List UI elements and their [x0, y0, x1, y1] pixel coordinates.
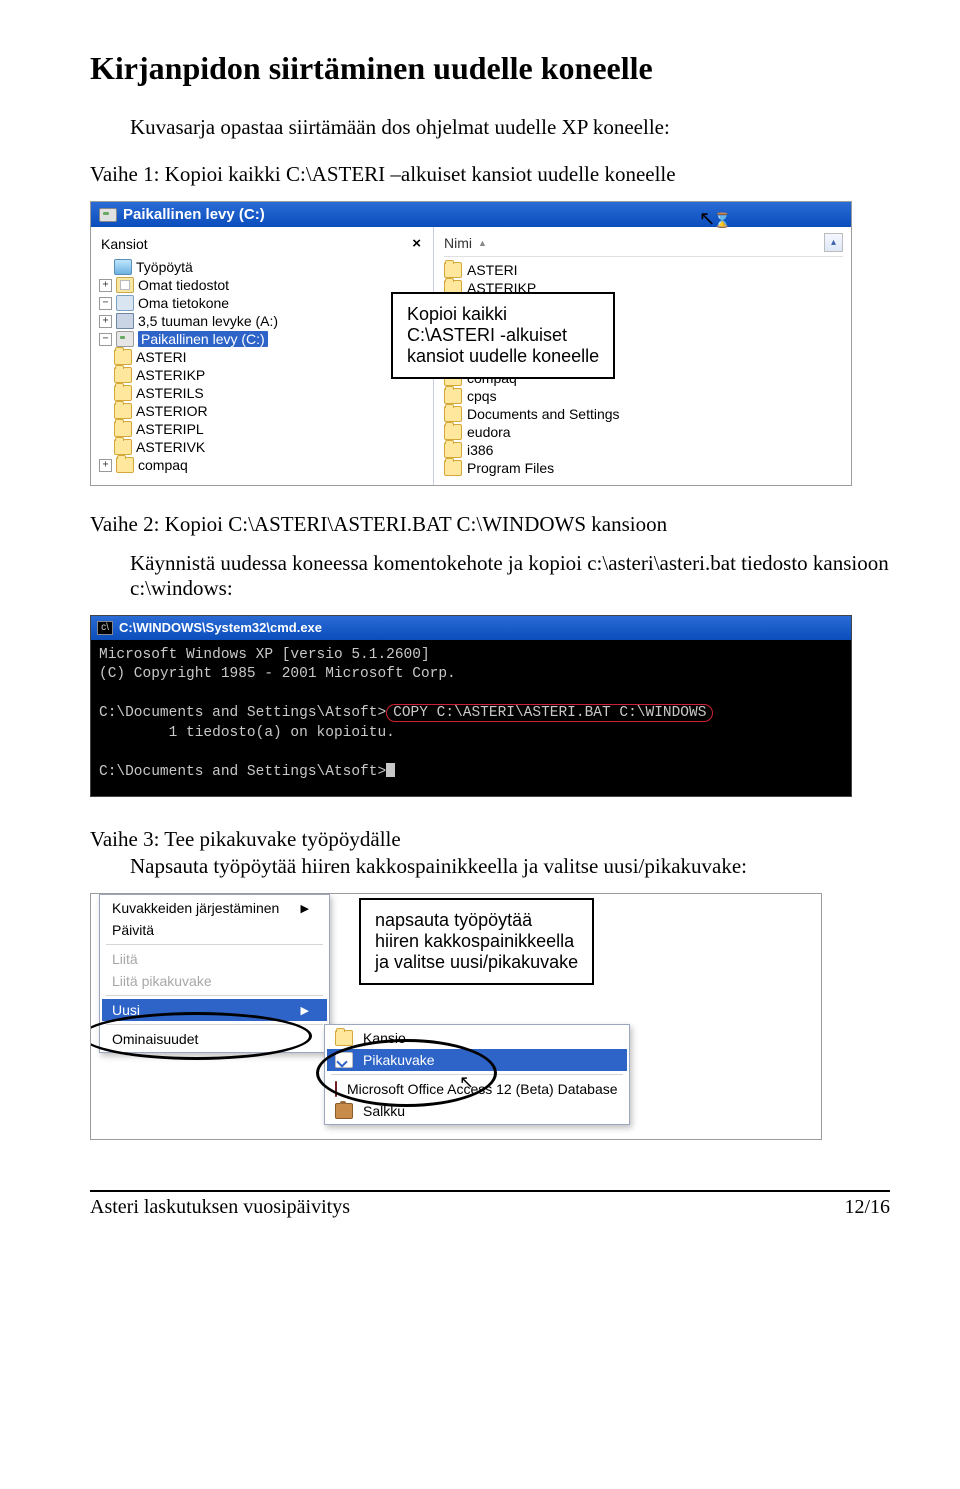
explorer-title: Paikallinen levy (C:) [123, 206, 265, 223]
annotation-callout: Kopioi kaikki C:\ASTERI -alkuiset kansio… [391, 292, 615, 379]
folder-icon [114, 439, 132, 455]
folder-icon [114, 385, 132, 401]
tree-item[interactable]: ASTERI [99, 348, 429, 366]
tree-item[interactable]: ASTERILS [99, 384, 429, 402]
tree-item[interactable]: Työpöytä [99, 258, 429, 276]
footer-page-number: 12/16 [844, 1196, 890, 1219]
folder-icon [444, 262, 462, 278]
desktop-context-menu: Kuvakkeiden järjestäminen▶ Päivitä Liitä… [99, 894, 330, 1053]
menu-item-properties[interactable]: Ominaisuudet [102, 1028, 327, 1050]
menu-item-folder[interactable]: Kansio [327, 1027, 627, 1049]
folder-icon [116, 457, 134, 473]
desktop-icon [114, 259, 132, 275]
tree-header-label: Kansiot [101, 236, 148, 252]
list-item[interactable]: i386 [444, 441, 843, 459]
cmd-window: c\ C:\WINDOWS\System32\cmd.exe Microsoft… [90, 615, 852, 797]
documents-icon [116, 277, 134, 293]
folder-icon [335, 1030, 353, 1046]
access-icon [335, 1081, 337, 1097]
tree-item[interactable]: +Omat tiedostot [99, 276, 429, 294]
explorer-window: Paikallinen levy (C:) ↖⌛ Kansiot × Työpö… [90, 201, 852, 486]
menu-item-briefcase[interactable]: Salkku [327, 1100, 627, 1122]
tree-item[interactable]: +compaq [99, 456, 429, 474]
close-icon[interactable]: × [408, 235, 425, 252]
tree-item[interactable]: ASTERIOR [99, 402, 429, 420]
list-item[interactable]: Documents and Settings [444, 405, 843, 423]
folder-icon [444, 442, 462, 458]
menu-item-shortcut[interactable]: Pikakuvake [327, 1049, 627, 1071]
folder-icon [444, 388, 462, 404]
chevron-right-icon: ▶ [301, 902, 309, 915]
menu-item-arrange[interactable]: Kuvakkeiden järjestäminen▶ [102, 897, 327, 919]
page-title: Kirjanpidon siirtäminen uudelle koneelle [90, 50, 890, 87]
step-2-body: Käynnistä uudessa koneessa komentokehote… [130, 551, 890, 601]
scroll-up-button[interactable]: ▴ [824, 233, 843, 252]
drive-icon [116, 331, 134, 347]
annotation-callout: napsauta työpöytää hiiren kakkospainikke… [359, 898, 594, 985]
list-item[interactable]: Program Files [444, 459, 843, 477]
list-item[interactable]: eudora [444, 423, 843, 441]
step-3-heading: Vaihe 3: Tee pikakuvake työpöydälle [90, 827, 890, 852]
cursor-block [386, 763, 395, 777]
chevron-right-icon: ▶ [301, 1004, 309, 1017]
tree-item[interactable]: −Paikallinen levy (C:) [99, 330, 429, 348]
folder-icon [114, 421, 132, 437]
menu-item-paste: Liitä [102, 948, 327, 970]
highlighted-command: COPY C:\ASTERI\ASTERI.BAT C:\WINDOWS [386, 704, 713, 722]
explorer-titlebar: Paikallinen levy (C:) [91, 202, 851, 227]
drive-icon [99, 208, 117, 222]
list-item[interactable]: ASTERI [444, 261, 843, 279]
tree-item[interactable]: ASTERIKP [99, 366, 429, 384]
step-1-heading: Vaihe 1: Kopioi kaikki C:\ASTERI –alkuis… [90, 162, 890, 187]
tree-item[interactable]: ASTERIPL [99, 420, 429, 438]
tree-item[interactable]: ASTERIVK [99, 438, 429, 456]
intro-text: Kuvasarja opastaa siirtämään dos ohjelma… [130, 115, 890, 140]
cmd-title-text: C:\WINDOWS\System32\cmd.exe [119, 619, 322, 637]
cursor-icon: ↖ [459, 1072, 474, 1093]
context-menu-screenshot: Kuvakkeiden järjestäminen▶ Päivitä Liitä… [90, 893, 822, 1140]
footer-left: Asteri laskutuksen vuosipäivitys [90, 1196, 350, 1219]
shortcut-icon [335, 1052, 353, 1068]
folder-icon [114, 367, 132, 383]
new-submenu: Kansio Pikakuvake Microsoft Office Acces… [324, 1024, 630, 1125]
menu-item-refresh[interactable]: Päivitä [102, 919, 327, 941]
cmd-icon: c\ [97, 621, 113, 635]
menu-item-access-db[interactable]: Microsoft Office Access 12 (Beta) Databa… [327, 1078, 627, 1100]
folder-icon [114, 349, 132, 365]
folder-icon [444, 424, 462, 440]
column-header-name[interactable]: Nimi [444, 235, 472, 251]
menu-separator [106, 1024, 323, 1025]
folder-tree-panel: Kansiot × Työpöytä +Omat tiedostot −Oma … [91, 227, 434, 485]
folder-icon [114, 403, 132, 419]
sort-asc-icon: ▲ [478, 238, 487, 248]
menu-separator [106, 944, 323, 945]
computer-icon [116, 295, 134, 311]
folder-icon [444, 406, 462, 422]
menu-separator [106, 995, 323, 996]
menu-item-paste-shortcut: Liitä pikakuvake [102, 970, 327, 992]
menu-separator [331, 1074, 623, 1075]
cmd-output: Microsoft Windows XP [versio 5.1.2600] (… [91, 640, 851, 797]
cmd-titlebar: c\ C:\WINDOWS\System32\cmd.exe [91, 616, 851, 640]
step-3-body: Napsauta työpöytää hiiren kakkospainikke… [130, 854, 890, 879]
menu-item-new[interactable]: Uusi▶ [102, 999, 327, 1021]
step-2-heading: Vaihe 2: Kopioi C:\ASTERI\ASTERI.BAT C:\… [90, 512, 890, 537]
tree-item[interactable]: +3,5 tuuman levyke (A:) [99, 312, 429, 330]
floppy-icon [116, 313, 134, 329]
folder-icon [444, 460, 462, 476]
tree-item[interactable]: −Oma tietokone [99, 294, 429, 312]
list-item[interactable]: cpqs [444, 387, 843, 405]
briefcase-icon [335, 1103, 353, 1119]
